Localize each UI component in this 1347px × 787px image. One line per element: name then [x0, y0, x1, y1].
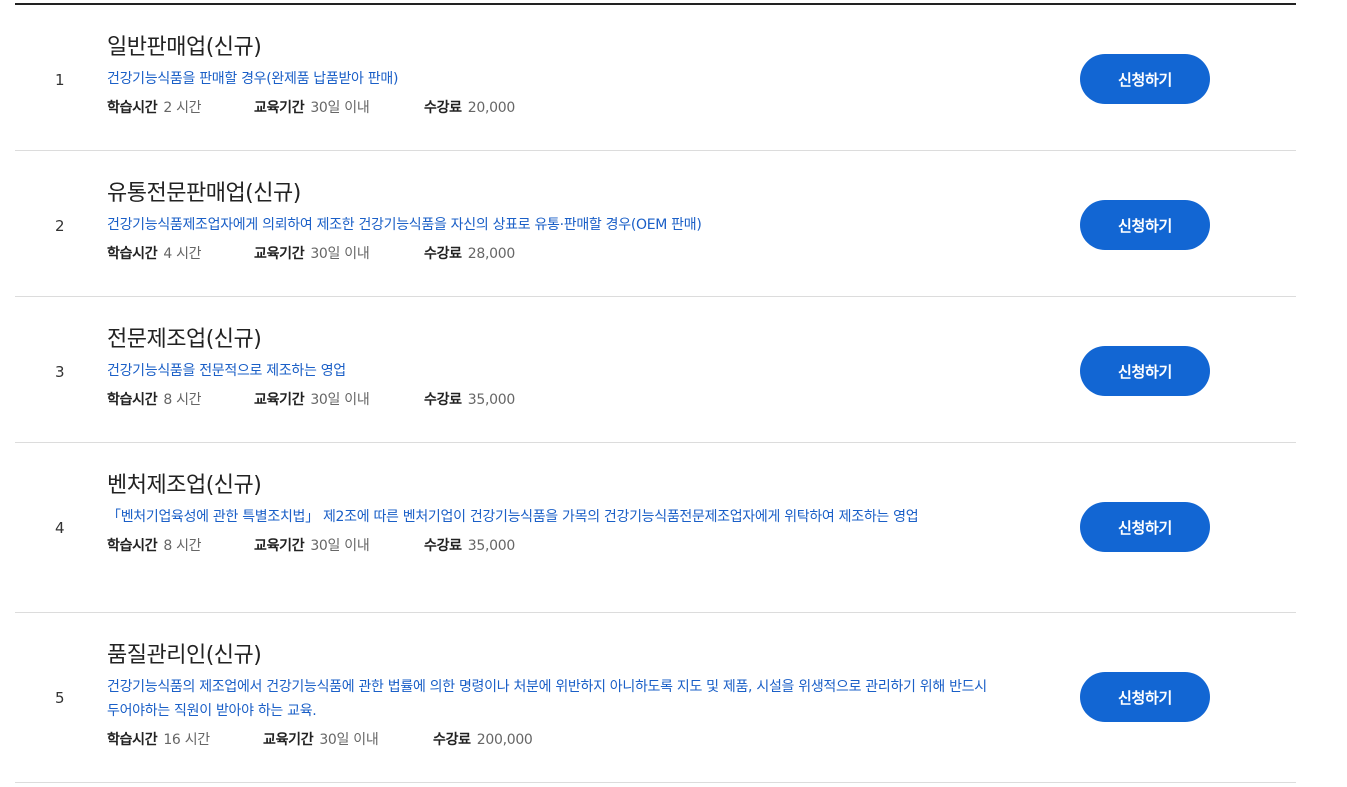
tuition-fee: 수강료 28,000 — [424, 244, 515, 264]
education-period: 교육기간 30일 이내 — [263, 730, 433, 750]
study-time: 학습시간 8 시간 — [107, 536, 254, 556]
course-list: 1 일반판매업(신규) 건강기능식품을 판매할 경우(완제품 납품받아 판매) … — [15, 3, 1296, 783]
study-time-label: 학습시간 — [107, 100, 158, 116]
education-period-value: 30일 이내 — [319, 732, 379, 748]
education-period: 교육기간 30일 이내 — [254, 390, 424, 410]
course-description: 건강기능식품을 판매할 경우(완제품 납품받아 판매) — [107, 71, 399, 87]
course-title: 전문제조업(신규) — [107, 327, 262, 352]
study-time: 학습시간 4 시간 — [107, 244, 254, 264]
tuition-fee-label: 수강료 — [424, 538, 462, 554]
course-description: 「벤처기업육성에 관한 특별조치법」 제2조에 따른 벤처기업이 건강기능식품을… — [107, 509, 919, 525]
tuition-fee-value: 20,000 — [467, 100, 515, 116]
tuition-fee-label: 수강료 — [424, 392, 462, 408]
study-time-label: 학습시간 — [107, 732, 158, 748]
study-time: 학습시간 8 시간 — [107, 390, 254, 410]
course-meta: 학습시간 2 시간 교육기간 30일 이내 수강료 20,000 — [107, 98, 997, 118]
tuition-fee-label: 수강료 — [424, 246, 462, 262]
course-number: 4 — [55, 519, 65, 537]
course-content: 전문제조업(신규) 건강기능식품을 전문적으로 제조하는 영업 학습시간 8 시간… — [107, 325, 997, 410]
course-row: 4 벤처제조업(신규) 「벤처기업육성에 관한 특별조치법」 제2조에 따른 벤… — [15, 443, 1296, 613]
course-meta: 학습시간 8 시간 교육기간 30일 이내 수강료 35,000 — [107, 390, 997, 410]
tuition-fee: 수강료 200,000 — [433, 730, 533, 750]
study-time-value: 4 시간 — [163, 246, 202, 262]
education-period-label: 교육기간 — [263, 732, 314, 748]
course-number: 1 — [55, 71, 65, 89]
apply-button[interactable]: 신청하기 — [1080, 200, 1210, 250]
education-period: 교육기간 30일 이내 — [254, 98, 424, 118]
education-period-value: 30일 이내 — [310, 100, 370, 116]
course-title: 품질관리인(신규) — [107, 643, 262, 668]
education-period: 교육기간 30일 이내 — [254, 244, 424, 264]
tuition-fee-label: 수강료 — [424, 100, 462, 116]
tuition-fee: 수강료 20,000 — [424, 98, 515, 118]
course-description: 건강기능식품제조업자에게 의뢰하여 제조한 건강기능식품을 자신의 상표로 유통… — [107, 217, 702, 233]
course-meta: 학습시간 4 시간 교육기간 30일 이내 수강료 28,000 — [107, 244, 997, 264]
study-time-value: 8 시간 — [163, 392, 202, 408]
study-time-value: 2 시간 — [163, 100, 202, 116]
study-time-label: 학습시간 — [107, 246, 158, 262]
education-period: 교육기간 30일 이내 — [254, 536, 424, 556]
tuition-fee-value: 28,000 — [467, 246, 515, 262]
tuition-fee: 수강료 35,000 — [424, 536, 515, 556]
education-period-value: 30일 이내 — [310, 246, 370, 262]
course-title: 유통전문판매업(신규) — [107, 181, 301, 206]
tuition-fee: 수강료 35,000 — [424, 390, 515, 410]
course-number: 3 — [55, 363, 65, 381]
apply-button[interactable]: 신청하기 — [1080, 502, 1210, 552]
education-period-label: 교육기간 — [254, 246, 305, 262]
course-row: 5 품질관리인(신규) 건강기능식품의 제조업에서 건강기능식품에 관한 법률에… — [15, 613, 1296, 783]
course-meta: 학습시간 16 시간 교육기간 30일 이내 수강료 200,000 — [107, 730, 997, 750]
education-period-value: 30일 이내 — [310, 392, 370, 408]
course-number: 2 — [55, 217, 65, 235]
course-row: 2 유통전문판매업(신규) 건강기능식품제조업자에게 의뢰하여 제조한 건강기능… — [15, 151, 1296, 297]
apply-button[interactable]: 신청하기 — [1080, 346, 1210, 396]
course-number: 5 — [55, 689, 65, 707]
apply-button[interactable]: 신청하기 — [1080, 672, 1210, 722]
education-period-label: 교육기간 — [254, 538, 305, 554]
course-content: 벤처제조업(신규) 「벤처기업육성에 관한 특별조치법」 제2조에 따른 벤처기… — [107, 471, 997, 556]
study-time-value: 8 시간 — [163, 538, 202, 554]
study-time-label: 학습시간 — [107, 392, 158, 408]
tuition-fee-value: 35,000 — [467, 538, 515, 554]
study-time: 학습시간 16 시간 — [107, 730, 263, 750]
course-content: 품질관리인(신규) 건강기능식품의 제조업에서 건강기능식품에 관한 법률에 의… — [107, 641, 997, 750]
course-content: 유통전문판매업(신규) 건강기능식품제조업자에게 의뢰하여 제조한 건강기능식품… — [107, 179, 997, 264]
education-period-label: 교육기간 — [254, 392, 305, 408]
course-description: 건강기능식품의 제조업에서 건강기능식품에 관한 법률에 의한 명령이나 처분에… — [107, 679, 987, 719]
course-row: 3 전문제조업(신규) 건강기능식품을 전문적으로 제조하는 영업 학습시간 8 … — [15, 297, 1296, 443]
course-title: 벤처제조업(신규) — [107, 473, 262, 498]
course-description: 건강기능식품을 전문적으로 제조하는 영업 — [107, 363, 346, 379]
tuition-fee-value: 200,000 — [476, 732, 533, 748]
study-time-value: 16 시간 — [163, 732, 210, 748]
apply-button[interactable]: 신청하기 — [1080, 54, 1210, 104]
tuition-fee-value: 35,000 — [467, 392, 515, 408]
study-time-label: 학습시간 — [107, 538, 158, 554]
course-row: 1 일반판매업(신규) 건강기능식품을 판매할 경우(완제품 납품받아 판매) … — [15, 5, 1296, 151]
course-title: 일반판매업(신규) — [107, 35, 262, 60]
study-time: 학습시간 2 시간 — [107, 98, 254, 118]
course-content: 일반판매업(신규) 건강기능식품을 판매할 경우(완제품 납품받아 판매) 학습… — [107, 33, 997, 118]
education-period-value: 30일 이내 — [310, 538, 370, 554]
tuition-fee-label: 수강료 — [433, 732, 471, 748]
education-period-label: 교육기간 — [254, 100, 305, 116]
course-meta: 학습시간 8 시간 교육기간 30일 이내 수강료 35,000 — [107, 536, 997, 556]
